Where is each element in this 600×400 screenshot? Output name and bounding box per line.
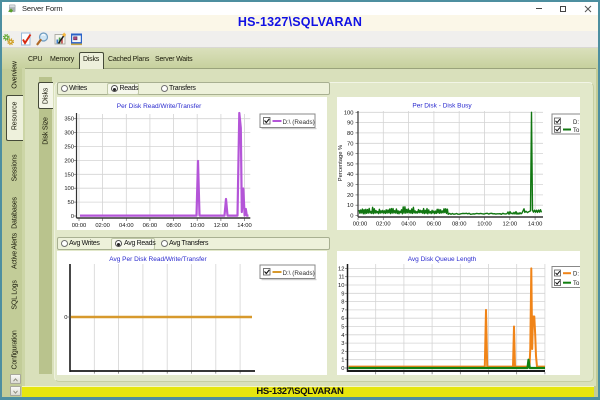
svg-text:Percentage %: Percentage %	[338, 145, 344, 181]
svg-text:14:00: 14:00	[237, 223, 252, 229]
svg-text:0: 0	[71, 214, 74, 220]
svg-text:00:00: 00:00	[353, 222, 368, 228]
svg-text:0: 0	[350, 214, 353, 220]
svg-text:Per Disk - Disk Busy: Per Disk - Disk Busy	[412, 103, 472, 110]
svg-text:10: 10	[338, 283, 344, 289]
svg-text:12: 12	[338, 266, 344, 272]
svg-text:7: 7	[341, 308, 344, 314]
svg-text:350: 350	[64, 117, 74, 123]
svg-text:D:: D:	[573, 272, 579, 278]
svg-text:3: 3	[341, 341, 344, 347]
svg-text:To: To	[573, 281, 580, 287]
svg-text:60: 60	[347, 152, 353, 158]
svg-text:08:00: 08:00	[166, 223, 181, 229]
svg-text:300: 300	[64, 131, 74, 137]
svg-text:04:00: 04:00	[119, 223, 134, 229]
svg-text:30: 30	[347, 183, 353, 189]
svg-text:8: 8	[341, 300, 344, 306]
svg-text:Per Disk Read/Write/Transfer: Per Disk Read/Write/Transfer	[117, 103, 202, 110]
svg-text:2: 2	[341, 349, 344, 355]
svg-text:6: 6	[341, 316, 344, 322]
svg-text:50: 50	[347, 162, 353, 168]
svg-text:5: 5	[341, 325, 344, 331]
svg-text:Avg Disk Queue Length: Avg Disk Queue Length	[408, 256, 477, 263]
svg-text:D:\ (Reads): D:\ (Reads)	[283, 270, 315, 277]
svg-text:70: 70	[347, 141, 353, 147]
svg-text:1: 1	[341, 358, 344, 364]
svg-text:D:\ (Reads): D:\ (Reads)	[283, 119, 315, 126]
svg-text:0: 0	[341, 366, 344, 372]
svg-text:12:00: 12:00	[503, 222, 518, 228]
svg-text:06:00: 06:00	[143, 223, 158, 229]
svg-text:To: To	[573, 128, 580, 134]
svg-text:100: 100	[64, 186, 74, 192]
svg-text:D:: D:	[573, 120, 579, 126]
svg-text:40: 40	[347, 172, 353, 178]
svg-text:10:00: 10:00	[477, 222, 492, 228]
svg-text:06:00: 06:00	[427, 222, 442, 228]
svg-text:0: 0	[64, 315, 67, 321]
svg-text:10: 10	[347, 203, 353, 209]
svg-text:200: 200	[64, 158, 74, 164]
svg-text:11: 11	[338, 275, 344, 281]
svg-text:20: 20	[347, 193, 353, 199]
svg-text:150: 150	[64, 172, 74, 178]
svg-text:14:00: 14:00	[528, 222, 543, 228]
svg-text:9: 9	[341, 291, 344, 297]
svg-text:00:00: 00:00	[72, 223, 87, 229]
svg-text:Avg Per Disk Read/Write/Transf: Avg Per Disk Read/Write/Transfer	[109, 256, 207, 263]
svg-text:08:00: 08:00	[452, 222, 467, 228]
svg-text:50: 50	[68, 200, 74, 206]
svg-text:02:00: 02:00	[95, 223, 110, 229]
svg-text:90: 90	[347, 121, 353, 127]
svg-text:02:00: 02:00	[376, 222, 391, 228]
svg-text:04:00: 04:00	[401, 222, 416, 228]
svg-text:100: 100	[344, 110, 354, 116]
svg-text:12:00: 12:00	[214, 223, 229, 229]
svg-text:250: 250	[64, 145, 74, 151]
svg-text:10:00: 10:00	[190, 223, 205, 229]
svg-text:80: 80	[347, 131, 353, 137]
